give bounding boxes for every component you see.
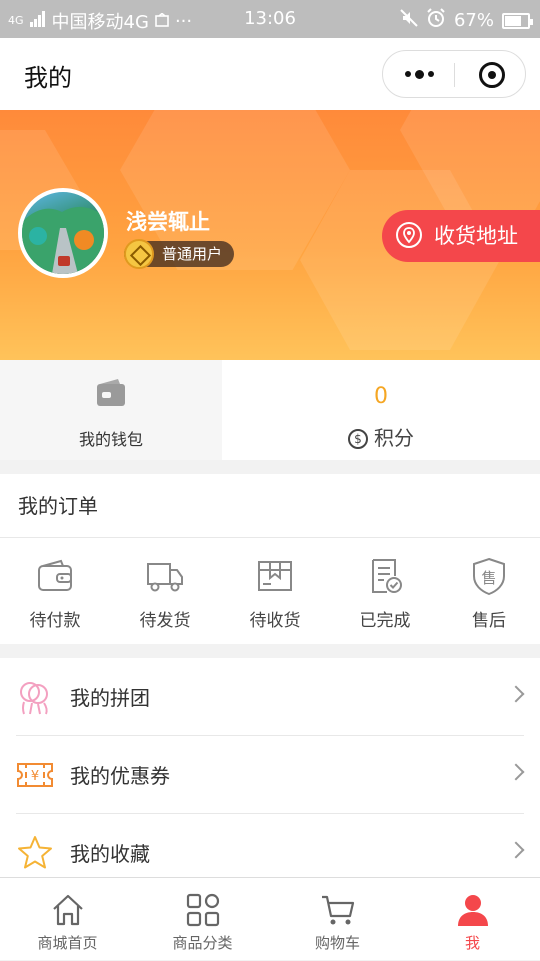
order-pending-shipment[interactable]: 待发货 [111,556,219,631]
order-item-label: 待发货 [139,611,191,631]
tab-home[interactable]: 商城首页 [0,878,135,961]
order-item-label: 待付款 [29,611,81,631]
assets-section: 我的钱包 0 $ 积分 [0,360,540,460]
menu-list: 我的拼团 ¥ 我的优惠券 我的收藏 [0,658,540,877]
truck-icon [147,563,183,592]
tab-label: 商城首页 [37,934,98,952]
completed-document-icon [372,559,402,593]
coin-icon: $ [348,429,368,449]
tab-cart[interactable]: 购物车 [270,878,405,961]
star-icon [18,836,52,869]
points-label-row: $ 积分 [222,422,540,451]
chevron-right-icon [507,685,525,703]
level-badge: 普通用户 [124,239,235,269]
after-sale-glyph: 售 [481,569,496,587]
wallet-label: 我的钱包 [78,430,143,449]
status-bar: 4G 中国移动4G ··· 13:06 67% [0,0,540,38]
group-buy-icon [20,682,48,715]
navigation-bar: 我的 [0,38,540,110]
wallet-entry[interactable]: 我的钱包 [0,360,222,460]
order-after-sale[interactable]: 售 售后 [435,556,540,631]
wallet-icon [97,379,125,406]
page-title: 我的 [24,64,72,92]
alarm-icon [426,8,446,33]
order-item-label: 已完成 [359,611,411,631]
order-item-label: 售后 [472,611,506,631]
after-sale-shield-icon: 售 [473,557,505,596]
order-completed[interactable]: 已完成 [331,556,439,631]
avatar-image [22,206,104,274]
menu-item-group-buy[interactable]: 我的拼团 [0,658,540,736]
points-value: 0 [374,384,388,409]
tab-label: 购物车 [314,934,360,952]
chevron-right-icon [507,763,525,781]
mini-program-capsule [382,50,526,98]
chevron-right-icon [507,841,525,859]
tab-me[interactable]: 我 [405,878,540,961]
location-pin-icon [396,222,422,248]
medal-icon [124,239,154,269]
orders-title: 我的订单 [0,474,540,538]
coupon-icon: ¥ [17,763,53,787]
battery-icon [502,12,533,29]
cart-icon [321,895,354,925]
tab-categories[interactable]: 商品分类 [135,878,270,961]
menu-item-label: 我的拼团 [70,686,150,710]
points-label: 积分 [374,426,414,450]
user-icon [457,895,488,926]
address-button-label: 收货地址 [434,224,518,248]
tab-label: 商品分类 [172,934,233,952]
category-icon [186,893,219,927]
level-label: 普通用户 [162,245,223,263]
user-name: 浅尝辄止 [126,210,210,234]
status-right: 67% [400,8,533,33]
home-icon [52,894,83,926]
battery-percent: 67% [453,10,494,31]
order-pending-receipt[interactable]: 待收货 [221,556,329,631]
more-dots-icon[interactable] [401,61,437,87]
address-button[interactable]: 收货地址 [382,210,540,262]
profile-banner: 浅尝辄止 普通用户 收货地址 [0,110,540,360]
avatar[interactable] [18,188,108,278]
package-icon [258,561,292,591]
tab-bar: 商城首页 商品分类 购物车 我 [0,877,540,960]
tab-label: 我 [464,934,480,952]
menu-item-label: 我的优惠券 [70,764,170,788]
menu-item-coupons[interactable]: ¥ 我的优惠券 [0,736,540,814]
menu-item-label: 我的收藏 [70,842,150,866]
points-entry[interactable]: 0 $ 积分 [222,360,540,460]
coupon-glyph: ¥ [31,769,39,784]
mute-icon [400,9,418,32]
target-icon[interactable] [479,62,505,88]
orders-section: 我的订单 待付款 待发货 待收货 已完成 售 售后 [0,474,540,644]
wallet-icon [38,559,72,591]
order-item-label: 待收货 [249,611,301,631]
order-pending-payment[interactable]: 待付款 [1,556,109,631]
capsule-divider [454,63,455,87]
